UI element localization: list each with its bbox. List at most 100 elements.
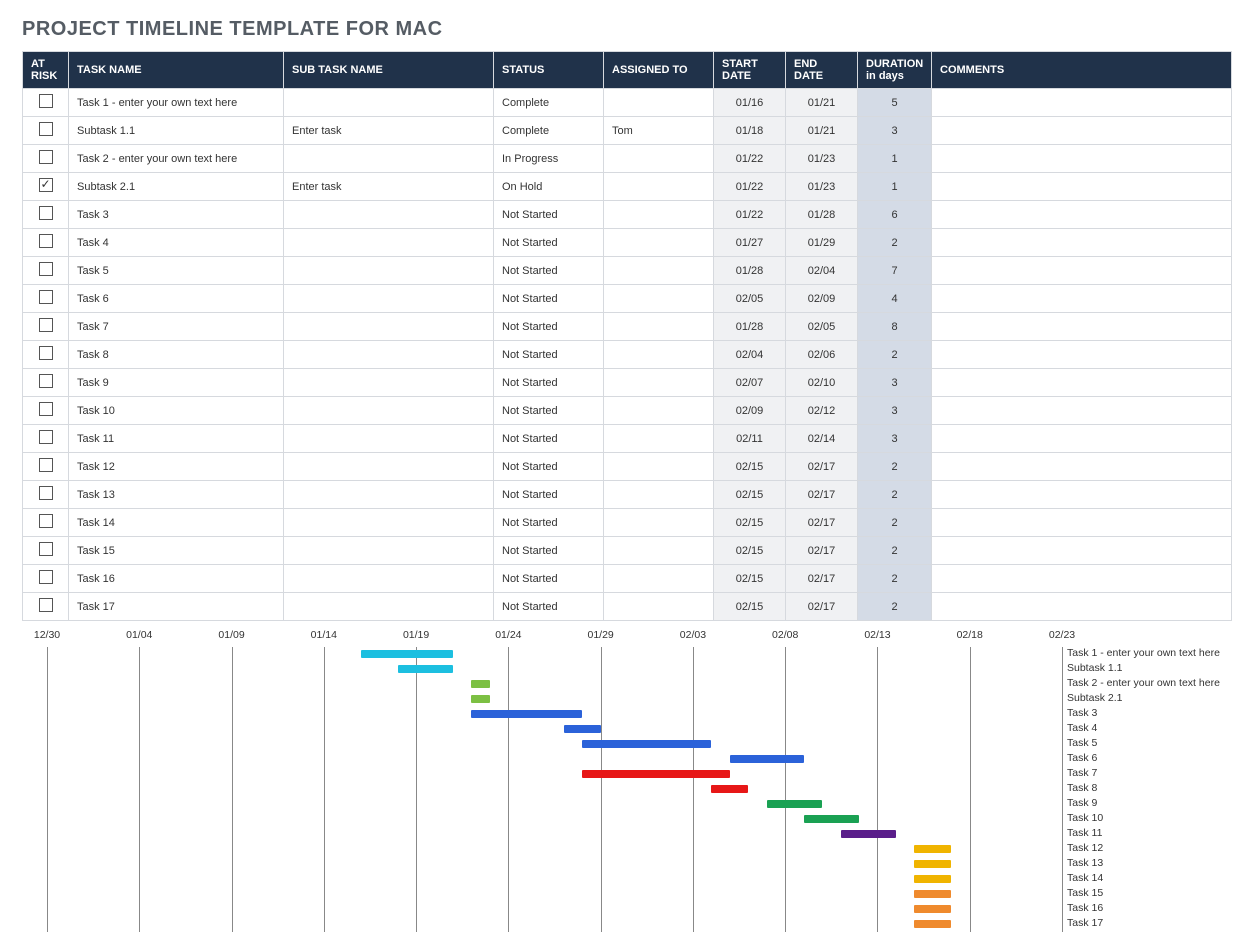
cell-start[interactable]: 02/11	[714, 425, 786, 453]
cell-end[interactable]: 01/28	[786, 201, 858, 229]
cell-end[interactable]: 02/10	[786, 369, 858, 397]
cell-assigned[interactable]	[604, 453, 714, 481]
cell-status[interactable]: Not Started	[494, 537, 604, 565]
cell-task[interactable]: Task 9	[69, 369, 284, 397]
risk-checkbox[interactable]	[39, 542, 53, 556]
cell-start[interactable]: 02/15	[714, 453, 786, 481]
cell-task[interactable]: Task 7	[69, 313, 284, 341]
cell-subtask[interactable]	[284, 229, 494, 257]
cell-task[interactable]: Subtask 2.1	[69, 173, 284, 201]
cell-status[interactable]: Not Started	[494, 593, 604, 621]
cell-task[interactable]: Task 11	[69, 425, 284, 453]
cell-comments[interactable]	[932, 593, 1232, 621]
risk-checkbox[interactable]	[39, 206, 53, 220]
cell-duration[interactable]: 7	[858, 257, 932, 285]
cell-task[interactable]: Task 15	[69, 537, 284, 565]
cell-status[interactable]: In Progress	[494, 145, 604, 173]
cell-duration[interactable]: 2	[858, 565, 932, 593]
cell-end[interactable]: 01/29	[786, 229, 858, 257]
cell-comments[interactable]	[932, 537, 1232, 565]
cell-subtask[interactable]	[284, 145, 494, 173]
cell-duration[interactable]: 2	[858, 229, 932, 257]
cell-subtask[interactable]	[284, 453, 494, 481]
cell-start[interactable]: 02/05	[714, 285, 786, 313]
risk-checkbox[interactable]	[39, 318, 53, 332]
cell-status[interactable]: On Hold	[494, 173, 604, 201]
cell-subtask[interactable]	[284, 201, 494, 229]
cell-end[interactable]: 02/17	[786, 453, 858, 481]
cell-end[interactable]: 02/05	[786, 313, 858, 341]
risk-checkbox[interactable]	[39, 430, 53, 444]
risk-checkbox[interactable]	[39, 178, 53, 192]
cell-duration[interactable]: 4	[858, 285, 932, 313]
cell-assigned[interactable]	[604, 229, 714, 257]
cell-subtask[interactable]	[284, 593, 494, 621]
cell-end[interactable]: 02/17	[786, 593, 858, 621]
cell-start[interactable]: 02/15	[714, 537, 786, 565]
cell-start[interactable]: 01/28	[714, 313, 786, 341]
cell-end[interactable]: 02/14	[786, 425, 858, 453]
cell-comments[interactable]	[932, 565, 1232, 593]
cell-subtask[interactable]	[284, 313, 494, 341]
cell-start[interactable]: 02/15	[714, 481, 786, 509]
risk-checkbox[interactable]	[39, 346, 53, 360]
cell-start[interactable]: 02/15	[714, 565, 786, 593]
cell-status[interactable]: Not Started	[494, 397, 604, 425]
cell-subtask[interactable]	[284, 285, 494, 313]
cell-end[interactable]: 02/17	[786, 481, 858, 509]
risk-checkbox[interactable]	[39, 514, 53, 528]
cell-subtask[interactable]	[284, 509, 494, 537]
cell-status[interactable]: Not Started	[494, 425, 604, 453]
cell-assigned[interactable]	[604, 285, 714, 313]
cell-task[interactable]: Task 8	[69, 341, 284, 369]
cell-assigned[interactable]	[604, 341, 714, 369]
cell-comments[interactable]	[932, 425, 1232, 453]
cell-subtask[interactable]	[284, 481, 494, 509]
cell-subtask[interactable]	[284, 341, 494, 369]
cell-assigned[interactable]	[604, 397, 714, 425]
cell-assigned[interactable]	[604, 257, 714, 285]
risk-checkbox[interactable]	[39, 402, 53, 416]
cell-duration[interactable]: 1	[858, 145, 932, 173]
cell-end[interactable]: 01/23	[786, 173, 858, 201]
cell-start[interactable]: 02/15	[714, 509, 786, 537]
cell-status[interactable]: Not Started	[494, 229, 604, 257]
cell-comments[interactable]	[932, 453, 1232, 481]
cell-task[interactable]: Task 14	[69, 509, 284, 537]
risk-checkbox[interactable]	[39, 94, 53, 108]
cell-comments[interactable]	[932, 173, 1232, 201]
cell-end[interactable]: 01/21	[786, 117, 858, 145]
cell-start[interactable]: 02/09	[714, 397, 786, 425]
cell-assigned[interactable]: Tom	[604, 117, 714, 145]
cell-subtask[interactable]	[284, 397, 494, 425]
cell-comments[interactable]	[932, 145, 1232, 173]
cell-end[interactable]: 02/04	[786, 257, 858, 285]
cell-start[interactable]: 01/27	[714, 229, 786, 257]
cell-assigned[interactable]	[604, 369, 714, 397]
risk-checkbox[interactable]	[39, 486, 53, 500]
cell-assigned[interactable]	[604, 145, 714, 173]
cell-status[interactable]: Not Started	[494, 285, 604, 313]
cell-start[interactable]: 02/15	[714, 593, 786, 621]
cell-duration[interactable]: 2	[858, 593, 932, 621]
cell-start[interactable]: 02/04	[714, 341, 786, 369]
cell-end[interactable]: 02/09	[786, 285, 858, 313]
risk-checkbox[interactable]	[39, 262, 53, 276]
cell-end[interactable]: 02/12	[786, 397, 858, 425]
cell-start[interactable]: 01/22	[714, 201, 786, 229]
cell-end[interactable]: 02/17	[786, 509, 858, 537]
cell-status[interactable]: Not Started	[494, 257, 604, 285]
cell-comments[interactable]	[932, 257, 1232, 285]
cell-duration[interactable]: 3	[858, 425, 932, 453]
cell-task[interactable]: Task 1 - enter your own text here	[69, 89, 284, 117]
cell-status[interactable]: Not Started	[494, 481, 604, 509]
cell-task[interactable]: Task 13	[69, 481, 284, 509]
cell-status[interactable]: Not Started	[494, 453, 604, 481]
cell-task[interactable]: Task 17	[69, 593, 284, 621]
cell-duration[interactable]: 5	[858, 89, 932, 117]
cell-comments[interactable]	[932, 89, 1232, 117]
cell-duration[interactable]: 2	[858, 537, 932, 565]
cell-task[interactable]: Task 16	[69, 565, 284, 593]
cell-start[interactable]: 01/18	[714, 117, 786, 145]
cell-duration[interactable]: 3	[858, 117, 932, 145]
